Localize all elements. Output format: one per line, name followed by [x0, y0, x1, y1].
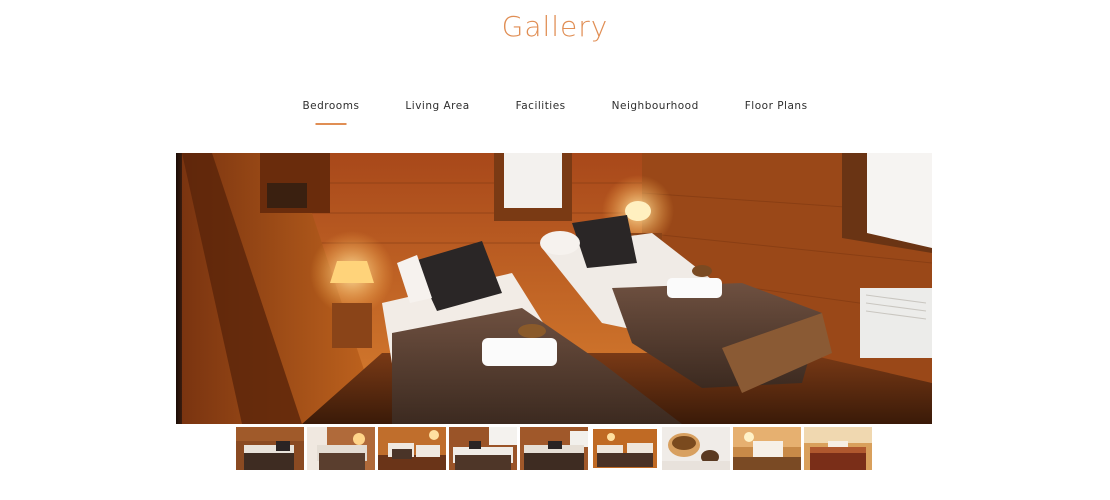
tab-neighbourhood[interactable]: Neighbourhood — [589, 100, 722, 112]
thumbnail-6[interactable] — [591, 427, 659, 470]
tab-label: Neighbourhood — [611, 100, 699, 112]
tab-bedrooms[interactable]: Bedrooms — [279, 100, 382, 112]
thumbnail-5[interactable] — [520, 427, 588, 470]
tab-living-area[interactable]: Living Area — [382, 100, 492, 112]
thumbnail-1[interactable] — [236, 427, 304, 470]
thumbnail-7[interactable] — [662, 427, 730, 470]
thumbnail-3[interactable] — [378, 427, 446, 470]
thumbnail-9[interactable] — [804, 427, 872, 470]
gallery-page: Gallery Bedrooms Living Area Facilities … — [0, 0, 1110, 500]
page-title: Gallery — [501, 10, 609, 43]
thumbnail-8[interactable] — [733, 427, 801, 470]
tab-label: Bedrooms — [302, 100, 360, 112]
tab-facilities[interactable]: Facilities — [493, 100, 589, 112]
tab-label: Facilities — [515, 100, 566, 112]
tab-label: Floor Plans — [744, 100, 808, 112]
tab-label: Living Area — [405, 100, 470, 112]
gallery-tabs: Bedrooms Living Area Facilities Neighbou… — [0, 100, 1110, 112]
main-photo-viewer[interactable] — [176, 153, 932, 424]
tab-floor-plans[interactable]: Floor Plans — [722, 100, 831, 112]
thumbnail-strip — [236, 427, 872, 470]
thumbnail-2[interactable] — [307, 427, 375, 470]
thumbnail-4[interactable] — [449, 427, 517, 470]
bedroom-photo — [182, 153, 932, 424]
